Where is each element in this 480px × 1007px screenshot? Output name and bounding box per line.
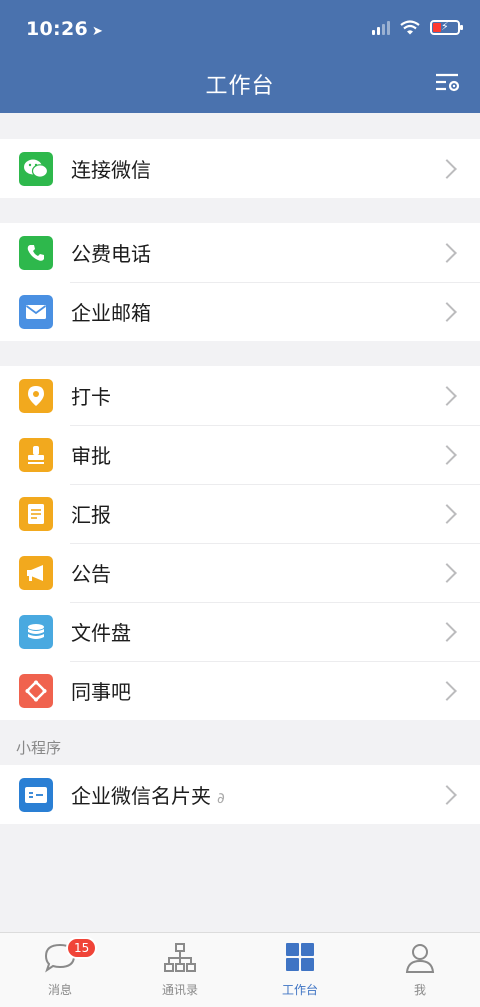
workbench-icon (286, 943, 314, 971)
row-label: 企业邮箱 (71, 301, 151, 325)
battery-icon: ⚡ (430, 19, 463, 35)
unread-badge: 15 (66, 937, 98, 959)
row-business-card-holder[interactable]: 企业微信名片夹 ∂ (0, 765, 480, 824)
chevron-right-icon (437, 242, 457, 263)
row-label: 同事吧 (71, 680, 131, 704)
tab-label: 我 (413, 983, 426, 997)
status-indicators: ⚡ (372, 19, 463, 35)
disk-icon (19, 614, 53, 649)
row-label: 打卡 (71, 385, 111, 409)
row-label: 文件盘 (71, 621, 131, 645)
group-communication: 公费电话 企业邮箱 (0, 223, 480, 341)
page-title: 工作台 (205, 74, 275, 99)
tab-bar: 15 消息 通讯录 工作台 我 (0, 932, 480, 1007)
row-label: 连接微信 (71, 158, 151, 182)
group-connect: 连接微信 (0, 139, 480, 198)
megaphone-icon (19, 555, 53, 590)
row-label: 企业微信名片夹 ∂ (71, 780, 440, 809)
row-announcement[interactable]: 公告 (0, 543, 480, 602)
group-mini-programs: 企业微信名片夹 ∂ (0, 765, 480, 824)
tab-contacts[interactable]: 通讯录 (120, 933, 240, 1007)
link-icon: ∂ (217, 789, 225, 807)
tab-messages[interactable]: 15 消息 (0, 933, 120, 1007)
location-pin-icon (19, 378, 53, 413)
chevron-right-icon (437, 158, 457, 179)
chevron-right-icon (437, 680, 457, 701)
row-connect-wechat[interactable]: 连接微信 (0, 139, 480, 198)
row-public-phone[interactable]: 公费电话 (0, 223, 480, 282)
tab-label: 消息 (47, 983, 72, 997)
row-colleague-circle[interactable]: 同事吧 (0, 661, 480, 720)
row-approval[interactable]: 审批 (0, 425, 480, 484)
chevron-right-icon (437, 444, 457, 465)
row-label: 公告 (71, 562, 111, 586)
report-icon (19, 496, 53, 531)
location-arrow-icon: ➤ (91, 24, 104, 39)
row-label: 汇报 (71, 503, 111, 527)
chevron-right-icon (437, 784, 457, 805)
row-label: 公费电话 (71, 242, 151, 266)
status-time: 10:26 ➤ (26, 18, 103, 40)
signal-icon (372, 19, 390, 35)
me-icon (405, 944, 435, 973)
group-office-apps: 打卡 审批 汇报 公告 文件盘 同事吧 (0, 366, 480, 720)
settings-button[interactable] (434, 70, 462, 96)
wifi-icon (400, 19, 420, 34)
stamp-icon (19, 437, 53, 472)
colleague-icon (19, 673, 53, 708)
app-header: 10:26 ➤ ⚡ 工作台 (0, 0, 480, 113)
mail-icon (19, 294, 53, 329)
row-label-text: 企业微信名片夹 (71, 784, 211, 808)
tab-label: 工作台 (281, 983, 318, 997)
clock-text: 10:26 (26, 18, 88, 40)
tab-workbench[interactable]: 工作台 (240, 933, 360, 1007)
row-file-disk[interactable]: 文件盘 (0, 602, 480, 661)
row-enterprise-mail[interactable]: 企业邮箱 (0, 282, 480, 341)
tab-label: 通讯录 (161, 983, 198, 997)
chevron-right-icon (437, 503, 457, 524)
chevron-right-icon (437, 621, 457, 642)
card-holder-icon (19, 777, 53, 812)
row-label: 审批 (71, 444, 111, 468)
contacts-icon (164, 943, 196, 972)
row-check-in[interactable]: 打卡 (0, 366, 480, 425)
chevron-right-icon (437, 385, 457, 406)
phone-icon (19, 235, 53, 270)
section-label-mini-programs: 小程序 (16, 739, 62, 757)
tab-me[interactable]: 我 (360, 933, 480, 1007)
chevron-right-icon (437, 562, 457, 583)
row-report[interactable]: 汇报 (0, 484, 480, 543)
chevron-right-icon (437, 301, 457, 322)
wechat-icon (19, 151, 53, 186)
